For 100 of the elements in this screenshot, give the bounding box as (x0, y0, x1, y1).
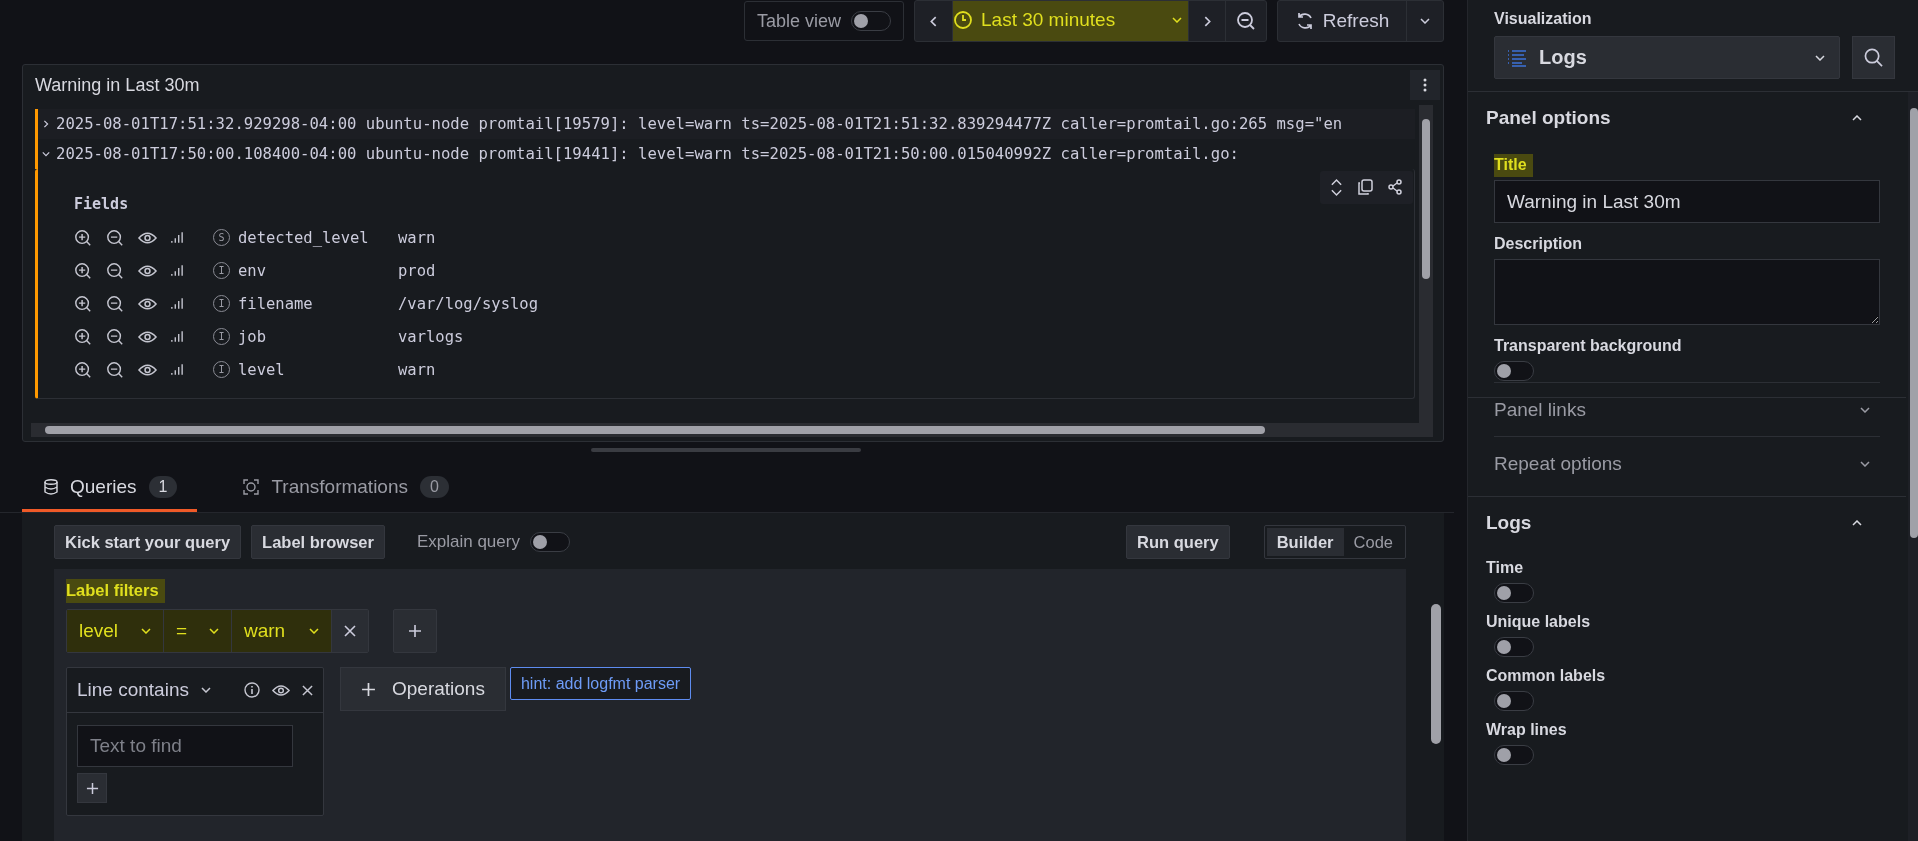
zoom-in-icon[interactable] (74, 360, 92, 379)
query-helper-button[interactable]: Label browser (251, 525, 385, 559)
field-label: Wrap lines (1486, 721, 1568, 739)
text-input-field[interactable]: Text to find (77, 725, 293, 767)
toggle-switch[interactable] (529, 532, 570, 552)
zoom-out-icon[interactable] (106, 261, 124, 280)
explain-query-label: Explain query (416, 532, 520, 552)
chevron-down-icon (1860, 406, 1870, 413)
zoom-out-icon[interactable] (106, 294, 124, 313)
field-label: Common labels (1486, 667, 1607, 685)
field-value: prod (398, 261, 436, 280)
eye-icon[interactable] (138, 329, 157, 344)
chevron-down-icon (209, 628, 219, 634)
stats-bars-icon[interactable] (171, 330, 183, 343)
field-label: Title (1494, 154, 1533, 177)
visualization-picker[interactable]: Logs (1494, 36, 1840, 79)
clock-icon (953, 10, 973, 30)
fields-heading: Fields (74, 195, 130, 213)
eye-icon[interactable] (138, 230, 157, 245)
field-name: job (238, 327, 267, 346)
toggle-switch[interactable] (1494, 361, 1534, 381)
editor-mode-option[interactable]: Code (1343, 528, 1403, 556)
section-header[interactable]: Panel options (1486, 92, 1880, 144)
add-filter-button[interactable] (393, 609, 437, 653)
add-argument-button[interactable] (77, 773, 107, 803)
chevron-down-icon (1815, 54, 1825, 61)
share-icon[interactable] (1387, 179, 1403, 195)
query-tab[interactable]: Transformations 0 (221, 464, 469, 512)
label-filters-heading: Label filters (66, 579, 165, 603)
stats-bars-icon[interactable] (171, 363, 183, 376)
zoom-out-icon[interactable] (106, 228, 124, 247)
logs-list-icon (1507, 48, 1527, 67)
plus-icon (408, 624, 422, 638)
remove-filter-button[interactable] (332, 610, 368, 652)
eye-icon[interactable] (272, 683, 290, 697)
query-helper-button[interactable]: Kick start your query (54, 525, 242, 559)
collapsed-section-header[interactable]: Panel links (1494, 382, 1880, 436)
panel-menu-button[interactable] (1410, 70, 1440, 100)
vertical-scrollbar[interactable] (1908, 92, 1918, 841)
table-view-control[interactable]: Table view (743, 1, 904, 41)
chevron-down-icon (309, 628, 319, 634)
field-value: warn (398, 228, 436, 247)
field-label: Transparent background (1494, 337, 1683, 355)
info-icon[interactable] (244, 682, 260, 698)
stats-bars-icon[interactable] (171, 231, 183, 244)
zoom-out-icon[interactable] (106, 327, 124, 346)
value-select[interactable]: warn (232, 610, 332, 652)
time-range-picker[interactable]: Last 30 minutes (952, 1, 1188, 41)
resize-handle[interactable] (591, 448, 861, 452)
zoom-in-icon[interactable] (74, 228, 92, 247)
table-view-label: Table view (756, 10, 841, 32)
section-header[interactable]: Logs (1486, 497, 1880, 549)
eye-icon[interactable] (138, 362, 157, 377)
title-input-field[interactable]: Warning in Last 30m (1494, 180, 1880, 223)
vertical-scrollbar[interactable] (1419, 105, 1433, 423)
toggle-switch[interactable] (1494, 691, 1534, 711)
copy-icon[interactable] (1357, 179, 1373, 195)
chevron-down-icon (200, 687, 211, 693)
field-name: filename (238, 294, 314, 313)
search-button[interactable] (1852, 36, 1895, 79)
horizontal-scrollbar[interactable] (31, 423, 1433, 437)
chevron-down-icon (141, 628, 151, 634)
toggle-switch[interactable] (1494, 745, 1534, 765)
zoom-in-icon[interactable] (74, 327, 92, 346)
eye-icon[interactable] (138, 296, 157, 311)
chevron-right-icon (1203, 15, 1211, 27)
zoom-out-icon (1236, 11, 1256, 31)
chevron-left-icon (930, 15, 937, 27)
chevron-up-icon (1852, 115, 1862, 121)
panel-title: Warning in Last 30m (35, 74, 200, 96)
toggle-switch[interactable] (851, 11, 891, 31)
stats-bars-icon[interactable] (171, 264, 183, 277)
editor-mode-option[interactable]: Builder (1266, 528, 1344, 556)
field-value: varlogs (398, 327, 464, 346)
field-label: Unique labels (1486, 613, 1592, 631)
zoom-in-icon[interactable] (74, 294, 92, 313)
close-icon[interactable] (302, 684, 313, 696)
run-query-button[interactable]: Run query (1126, 525, 1230, 559)
collapsed-section-header[interactable]: Repeat options (1494, 436, 1880, 490)
field-name: level (238, 360, 286, 379)
stats-bars-icon[interactable] (171, 297, 183, 310)
field-name: detected_level (238, 228, 370, 247)
operator-select[interactable]: = (164, 610, 232, 652)
zoom-in-icon[interactable] (74, 261, 92, 280)
eye-icon[interactable] (138, 263, 157, 278)
visualization-label: Visualization (1494, 10, 1593, 28)
field-name: env (238, 261, 267, 280)
plus-icon (361, 681, 376, 697)
plus-icon (85, 781, 99, 795)
chevron-down-icon (1420, 18, 1430, 24)
chevron-down-icon (42, 151, 50, 157)
expand-collapse-icon[interactable] (1330, 179, 1343, 196)
operation-title[interactable]: Line contains (77, 679, 189, 701)
toggle-switch[interactable] (1494, 583, 1534, 603)
chevron-down-icon (1860, 460, 1870, 467)
zoom-out-icon[interactable] (106, 360, 124, 379)
operations-button[interactable]: Operations (340, 667, 506, 711)
hint-button[interactable]: hint: add logfmt parser (509, 667, 692, 700)
label-select[interactable]: level (67, 610, 164, 652)
toggle-switch[interactable] (1494, 637, 1534, 657)
